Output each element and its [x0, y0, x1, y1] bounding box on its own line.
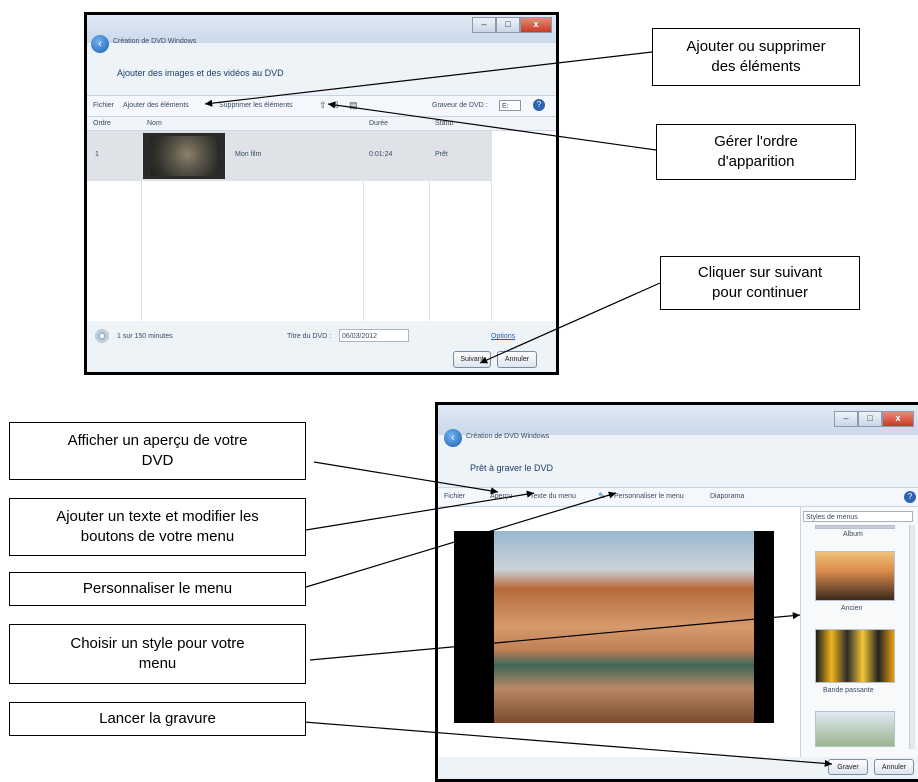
callout-text-buttons: Ajouter un texte et modifier les boutons … [9, 498, 306, 556]
cancel-button[interactable]: Annuler [497, 351, 537, 368]
style-thumb-next[interactable] [815, 711, 895, 747]
maximize-button[interactable]: □ [496, 17, 520, 33]
callout-line: Ajouter ou supprimer [686, 38, 826, 55]
toolbar: Fichier Aperçu Texte du menu ✎ Personnal… [438, 487, 918, 507]
preview-button[interactable]: Aperçu [490, 493, 512, 500]
minimize-button[interactable]: – [472, 17, 496, 33]
window-title: Création de DVD Windows [466, 433, 550, 440]
add-items-button[interactable]: Ajouter des éléments [123, 102, 189, 109]
callout-line: pour continuer [712, 284, 808, 301]
title-bar: – □ x [438, 405, 918, 435]
callout-order: Gérer l'ordre d'apparition [656, 124, 856, 180]
footer-bar: Graver Annuler [438, 757, 918, 779]
callout-line: Personnaliser le menu [82, 580, 233, 597]
callout-line: des éléments [711, 58, 801, 75]
dvd-maker-window-add-items: – □ x ‹ Création de DVD Windows Ajouter … [84, 12, 559, 375]
styles-scrollbar[interactable] [909, 525, 915, 749]
row-duration: 0:01:24 [369, 151, 393, 158]
dvd-title-label: Titre du DVD : [287, 333, 332, 340]
style-thumb-bande-passante[interactable] [815, 629, 895, 683]
close-button[interactable]: x [520, 17, 552, 33]
back-arrow-icon[interactable]: ‹ [91, 35, 109, 53]
callout-customize: Personnaliser le menu [9, 572, 306, 606]
file-menu[interactable]: Fichier [444, 493, 465, 500]
menu-text-button[interactable]: Texte du menu [530, 493, 576, 500]
close-button[interactable]: x [882, 411, 914, 427]
page-subtitle: Prêt à graver le DVD [470, 463, 554, 473]
item-list: 1 Mon film 0:01:24 Prêt [87, 131, 556, 321]
slideshow-button[interactable]: Diaporama [710, 493, 744, 500]
window-title: Création de DVD Windows [113, 38, 197, 45]
page: { "window1": { "title": "Création de DVD… [0, 0, 918, 782]
column-duration[interactable]: Durée [369, 120, 388, 127]
toolbar: Fichier Ajouter des éléments Supprimer l… [87, 95, 556, 117]
move-down-icon[interactable]: ⇩ [333, 100, 341, 111]
customize-icon: ✎ [598, 491, 606, 501]
properties-icon[interactable]: ▤ [349, 100, 358, 111]
remove-items-button[interactable]: Supprimer les éléments [219, 102, 293, 109]
menu-styles-dropdown[interactable]: Styles de menus [803, 511, 913, 522]
column-order[interactable]: Ordre [93, 120, 111, 127]
callout-line: Afficher un aperçu de votre [67, 432, 248, 449]
row-name: Mon film [235, 151, 262, 158]
callout-line: Gérer l'ordre [714, 133, 798, 150]
dvd-maker-window-ready-to-burn: – □ x ‹ Création de DVD Windows Prêt à g… [435, 402, 918, 782]
disc-usage: 1 sur 150 minutes [117, 333, 173, 340]
dvd-drive-select[interactable]: E: [499, 100, 521, 111]
preview-area [438, 507, 800, 757]
preview-image [494, 531, 754, 723]
callout-burn: Lancer la gravure [9, 702, 306, 736]
menu-styles-panel: Styles de menus Album Ancien Bande passa… [800, 507, 918, 757]
table-row[interactable]: 1 Mon film 0:01:24 Prêt [87, 131, 491, 181]
callout-next: Cliquer sur suivant pour continuer [660, 256, 860, 310]
callout-line: DVD [141, 452, 174, 469]
style-label-album: Album [843, 531, 863, 538]
callout-line: Ajouter un texte et modifier les [56, 508, 259, 525]
column-divider [491, 131, 492, 321]
back-arrow-icon[interactable]: ‹ [444, 429, 462, 447]
column-name[interactable]: Nom [147, 120, 162, 127]
next-button[interactable]: Suivant [453, 351, 491, 368]
dvd-drive-label: Graveur de DVD : [432, 102, 488, 109]
dvd-title-input[interactable]: 06/03/2012 [339, 329, 409, 342]
callout-line: boutons de votre menu [80, 528, 235, 545]
style-label-bande-passante: Bande passante [823, 687, 874, 694]
cancel-button[interactable]: Annuler [874, 759, 914, 775]
callout-line: Lancer la gravure [99, 710, 216, 727]
minimize-button[interactable]: – [834, 411, 858, 427]
style-label-ancien: Ancien [841, 605, 863, 612]
footer-bar: 1 sur 150 minutes Titre du DVD : 06/03/2… [87, 321, 556, 372]
callout-line: d'apparition [717, 153, 795, 170]
callout-line: menu [138, 655, 177, 672]
page-subtitle: Ajouter des images et des vidéos au DVD [117, 68, 284, 78]
video-frame [151, 136, 217, 176]
options-link[interactable]: Options [491, 333, 515, 340]
callout-add-remove: Ajouter ou supprimer des éléments [652, 28, 860, 86]
disc-icon [95, 329, 109, 343]
video-thumbnail [143, 133, 225, 179]
column-status[interactable]: Statut [435, 120, 453, 127]
dvd-menu-preview[interactable] [454, 531, 774, 723]
column-header: Ordre Nom Durée Statut [87, 117, 556, 131]
customize-menu-button[interactable]: Personnaliser le menu [614, 493, 684, 500]
move-up-icon[interactable]: ⇧ [319, 100, 327, 111]
help-icon[interactable]: ? [533, 99, 545, 111]
window-controls: – □ x [472, 17, 552, 33]
window-body: – □ x ‹ Création de DVD Windows Ajouter … [87, 15, 556, 372]
window-controls: – □ x [834, 411, 914, 427]
callout-preview: Afficher un aperçu de votre DVD [9, 422, 306, 480]
file-menu[interactable]: Fichier [93, 102, 114, 109]
row-status: Prêt [435, 151, 448, 158]
burn-button[interactable]: Graver [828, 759, 868, 775]
row-order: 1 [95, 151, 99, 158]
help-icon[interactable]: ? [904, 491, 916, 503]
callout-line: Choisir un style pour votre [70, 635, 245, 652]
callout-style: Choisir un style pour votre menu [9, 624, 306, 684]
maximize-button[interactable]: □ [858, 411, 882, 427]
window-body: – □ x ‹ Création de DVD Windows Prêt à g… [438, 405, 918, 779]
style-thumb-ancien[interactable] [815, 551, 895, 601]
callout-line: Cliquer sur suivant [697, 264, 823, 281]
style-thumb-album[interactable] [815, 525, 895, 529]
